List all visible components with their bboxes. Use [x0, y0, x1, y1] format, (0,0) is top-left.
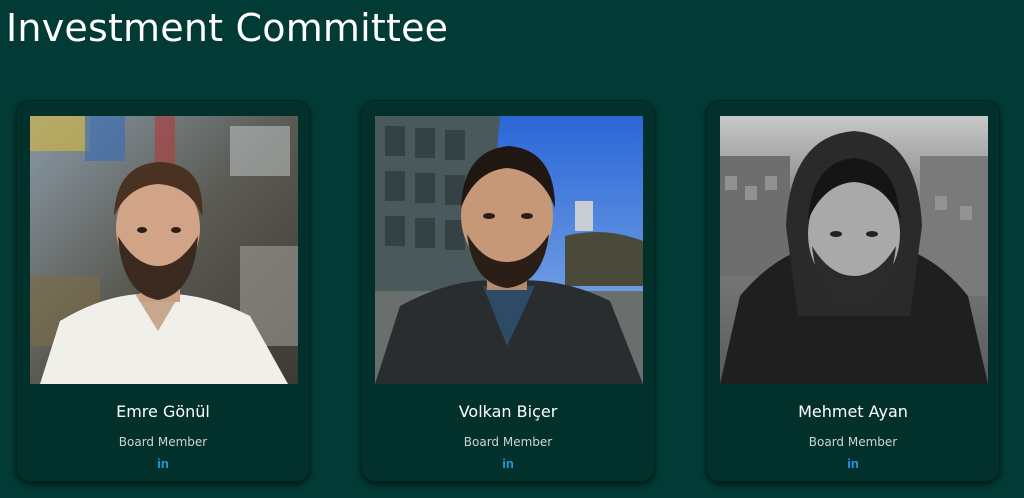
- member-card: Emre Gönül Board Member in: [16, 100, 310, 482]
- member-role: Board Member: [808, 435, 898, 449]
- member-role: Board Member: [463, 435, 553, 449]
- member-name: Mehmet Ayan: [798, 402, 908, 421]
- portrait-image: [375, 116, 643, 384]
- linkedin-icon[interactable]: in: [501, 457, 515, 471]
- member-photo: [720, 116, 988, 384]
- member-photo: [30, 116, 298, 384]
- committee-member-grid: Emre Gönül Board Member in Volkan Biçer …: [0, 0, 1024, 498]
- member-role: Board Member: [118, 435, 208, 449]
- member-name: Emre Gönül: [116, 402, 210, 421]
- portrait-image: [30, 116, 298, 384]
- linkedin-icon[interactable]: in: [156, 457, 170, 471]
- portrait-image: [720, 116, 988, 384]
- member-card: Mehmet Ayan Board Member in: [706, 100, 1000, 482]
- member-card: Volkan Biçer Board Member in: [361, 100, 655, 482]
- member-name: Volkan Biçer: [458, 402, 558, 421]
- linkedin-icon[interactable]: in: [846, 457, 860, 471]
- member-photo: [375, 116, 643, 384]
